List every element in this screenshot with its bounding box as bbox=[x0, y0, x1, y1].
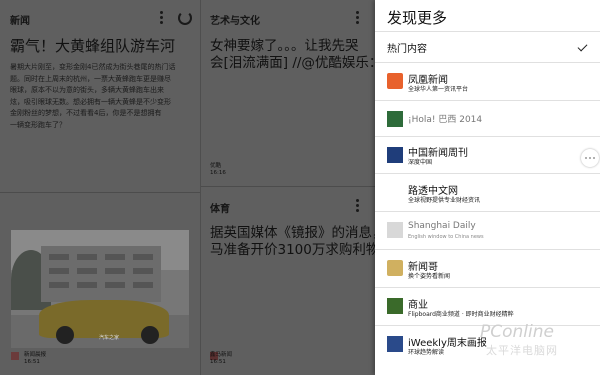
phoenix-news-icon bbox=[387, 73, 403, 89]
hot-content-label: 热门内容 bbox=[387, 44, 427, 55]
source-subtitle: Flipboard商业频道 · 即时商业财经精粹 bbox=[408, 311, 514, 318]
list-item[interactable]: ¡Hola! 巴西 2014 bbox=[375, 101, 600, 137]
panel-divider bbox=[375, 31, 600, 32]
china-newsweek-icon bbox=[387, 147, 403, 163]
iweekly-icon bbox=[387, 336, 403, 352]
hola-icon bbox=[387, 111, 403, 127]
source-subtitle: 全球视野提供专业财经资讯 bbox=[408, 197, 481, 204]
article-photo: 汽车之家 bbox=[11, 230, 189, 348]
more-options-icon[interactable] bbox=[160, 11, 164, 25]
watermark-logo: PConline 太平洋电脑网 bbox=[480, 322, 558, 357]
list-item[interactable]: Shanghai Daily English window to China n… bbox=[375, 212, 600, 248]
source-subtitle: 全球华人第一资讯平台 bbox=[408, 86, 469, 93]
source-name: Shanghai Daily bbox=[408, 221, 476, 231]
list-item[interactable]: 凤凰新闻 全球华人第一资讯平台 bbox=[375, 63, 600, 99]
shanghai-daily-icon bbox=[387, 222, 403, 238]
section-title-sports: 体育 bbox=[210, 204, 230, 215]
list-item[interactable]: 中国新闻周刊 深度中国 bbox=[375, 137, 600, 173]
photo-caption: 汽车之家 bbox=[99, 335, 120, 341]
article-headline: 据英国媒体《镜报》的消息， 马准备开价3100万求购利物浦 bbox=[210, 225, 393, 258]
card-divider bbox=[201, 186, 375, 187]
article-summary: 暑期大片刚至，变形金刚4已然成为街头巷尾的热门话 题。同时在上周末的杭州，一票大… bbox=[10, 63, 176, 129]
refresh-icon[interactable] bbox=[178, 11, 192, 25]
list-item[interactable]: 商业 Flipboard商业频道 · 即时商业财经精粹 bbox=[375, 288, 600, 324]
panel-drag-handle[interactable] bbox=[581, 149, 599, 167]
source-name: ¡Hola! 巴西 2014 bbox=[408, 115, 483, 125]
more-options-icon[interactable] bbox=[356, 199, 360, 213]
news-brother-icon bbox=[387, 260, 403, 276]
card-divider bbox=[0, 192, 200, 193]
list-item[interactable]: 路透中文网 全球视野提供专业财经资讯 bbox=[375, 174, 600, 210]
section-title-culture: 艺术与文化 bbox=[210, 16, 260, 27]
panel-title: 发现更多 bbox=[387, 9, 448, 27]
article-headline: 女神要嫁了。。。让我先哭 会[泪流满面] //@优酷娱乐： bbox=[210, 38, 383, 71]
article-source: 鑫马新闻 16:51 bbox=[210, 352, 233, 365]
business-icon bbox=[387, 298, 403, 314]
feed-column-news: 新闻 霸气！大黄蜂组队游车河 暑期大片刚至，变形金刚4已然成为街头巷尾的热门话 … bbox=[0, 0, 200, 375]
article-source: 新闻晨报 16:51 bbox=[24, 352, 47, 365]
check-icon bbox=[577, 41, 588, 52]
list-item[interactable]: 新闻哥 换个姿势看新闻 bbox=[375, 250, 600, 286]
source-subtitle: 深度中国 bbox=[408, 159, 433, 166]
article-headline: 霸气！大黄蜂组队游车河 bbox=[10, 37, 176, 55]
feed-column-culture: 艺术与文化 女神要嫁了。。。让我先哭 会[泪流满面] //@优酷娱乐： 优酷 1… bbox=[201, 0, 393, 375]
more-options-icon[interactable] bbox=[356, 11, 360, 25]
source-subtitle: 换个姿势看新闻 bbox=[408, 273, 451, 280]
section-title-news: 新闻 bbox=[10, 16, 30, 27]
discover-more-panel: 发现更多 热门内容 凤凰新闻 全球华人第一资讯平台 ¡Hola! 巴西 2014… bbox=[375, 0, 600, 375]
reuters-icon bbox=[387, 184, 403, 200]
source-logo-icon bbox=[11, 352, 19, 360]
source-subtitle: English window to China news bbox=[408, 234, 484, 240]
source-subtitle: 环球趋势解读 bbox=[408, 349, 445, 356]
article-source: 优酷 16:16 bbox=[210, 163, 226, 176]
